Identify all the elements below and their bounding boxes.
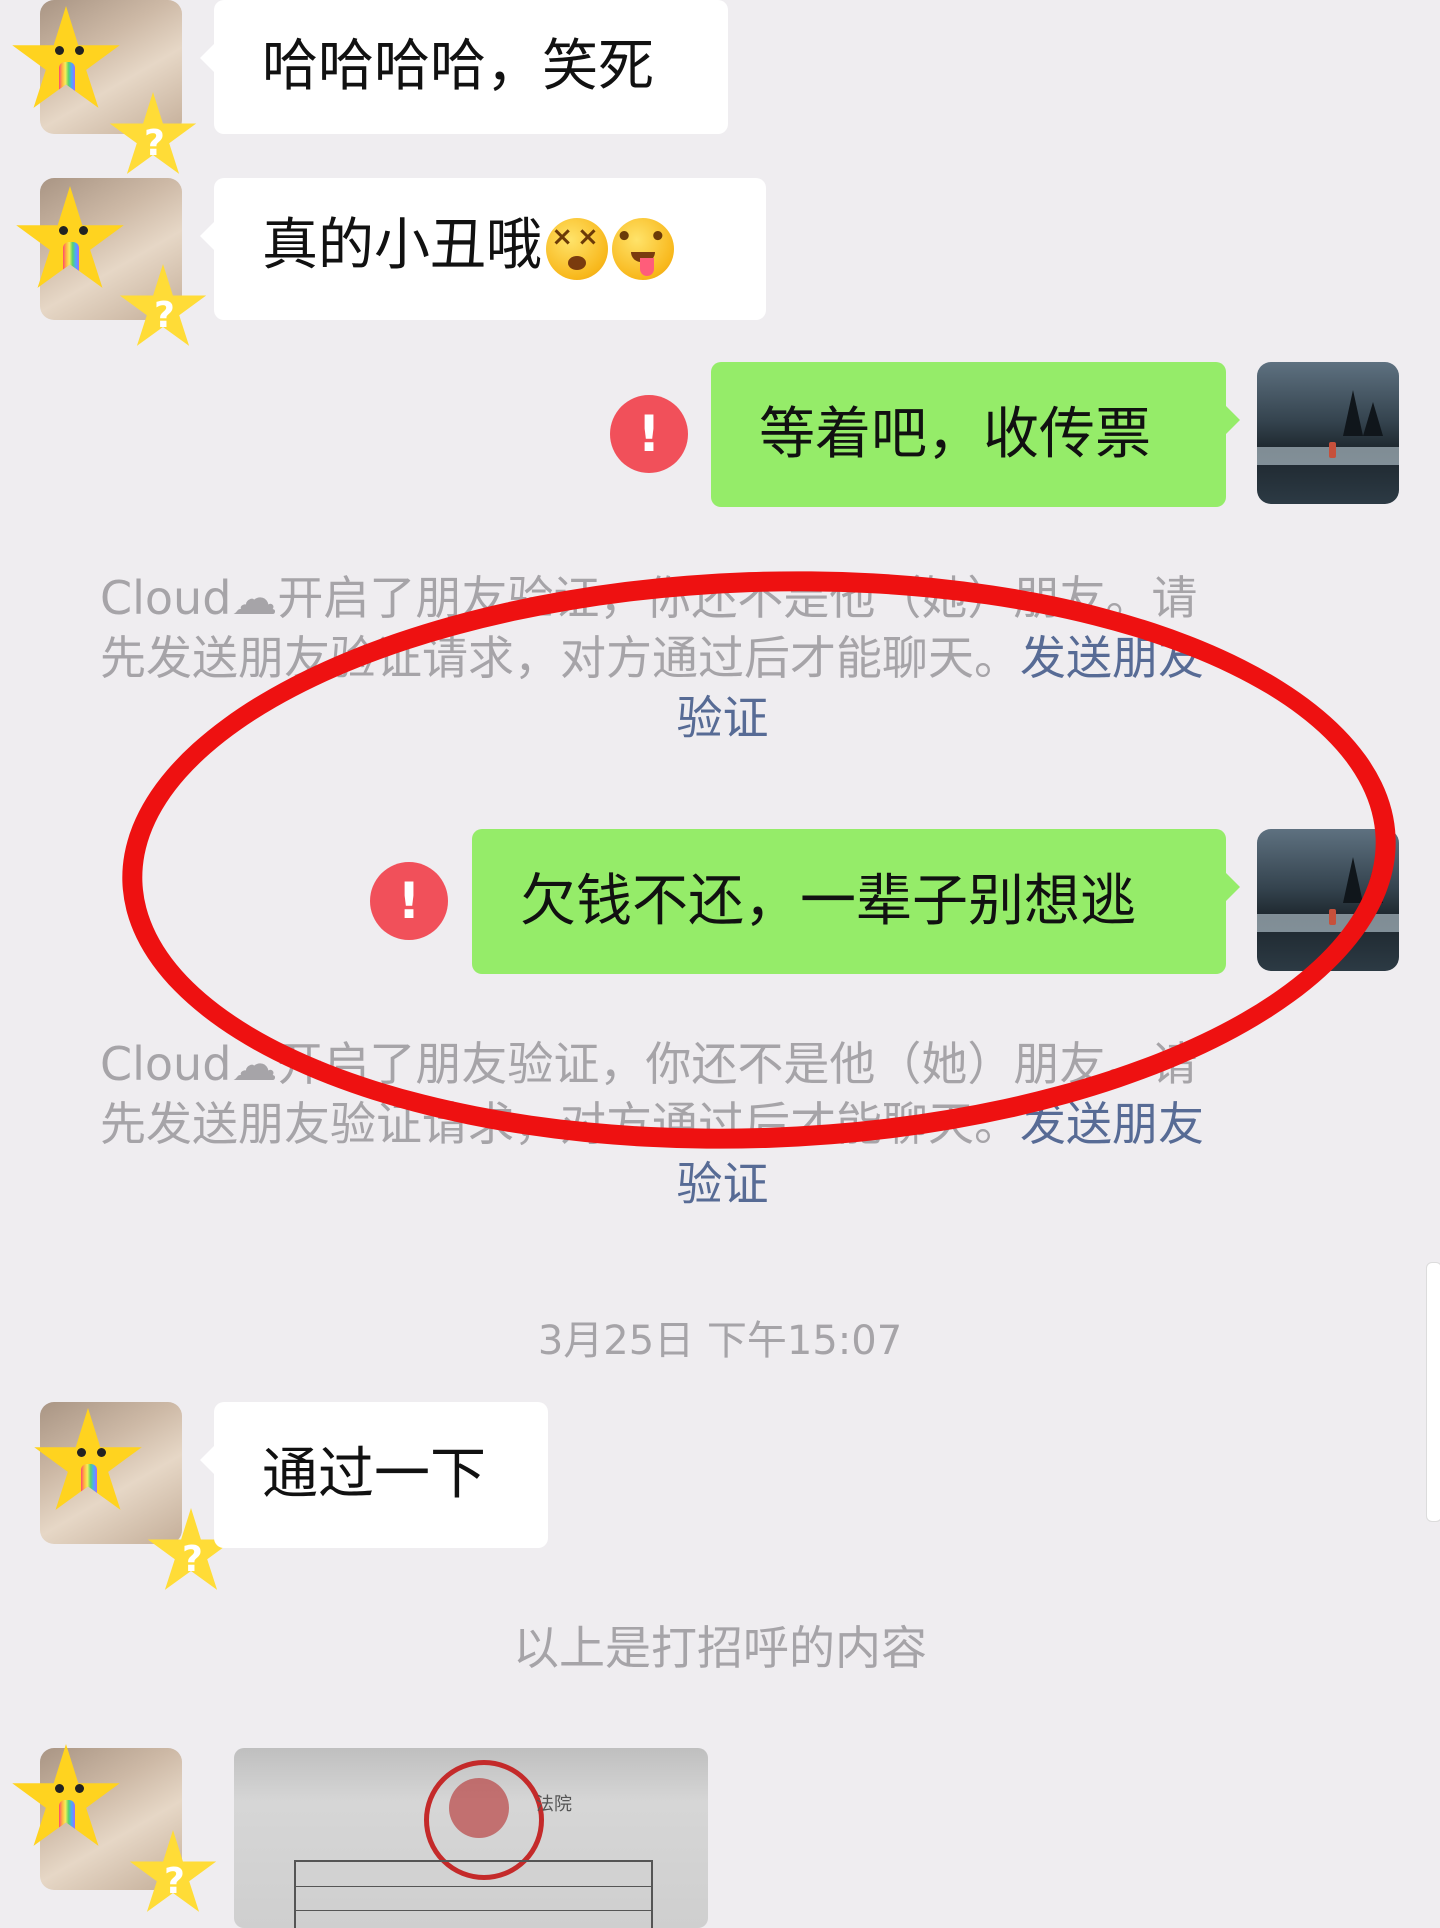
friend-verification-notice: Cloud☁开启了朋友验证，你还不是他（她）朋友。请 先发送朋友验证请求，对方通…: [100, 568, 1345, 748]
notice-line: Cloud☁开启了朋友验证，你还不是他（她）朋友。请: [100, 571, 1198, 625]
blurred-seal-mark: [449, 1778, 509, 1838]
send-verification-link[interactable]: 发送朋友: [1020, 631, 1204, 685]
scrollbar[interactable]: [1426, 1262, 1440, 1522]
my-avatar[interactable]: [1257, 829, 1399, 971]
contact-avatar[interactable]: [40, 1402, 182, 1544]
send-failed-error-icon[interactable]: !: [610, 395, 688, 473]
friend-verification-notice: Cloud☁开启了朋友验证，你还不是他（她）朋友。请 先发送朋友验证请求，对方通…: [100, 1034, 1345, 1214]
send-verification-link[interactable]: 发送朋友: [1020, 1097, 1204, 1151]
outgoing-message-bubble[interactable]: 等着吧，收传票: [711, 362, 1240, 507]
send-verification-link-continued[interactable]: 验证: [100, 688, 1345, 748]
message-text: 欠钱不还，一辈子别想逃: [520, 868, 1136, 934]
notice-line: Cloud☁开启了朋友验证，你还不是他（她）朋友。请: [100, 1037, 1198, 1091]
notice-line: 先发送朋友验证请求，对方通过后才能聊天。: [100, 631, 1020, 685]
dizzy-face-emoji-icon: ××: [546, 218, 608, 280]
message-text: 等着吧，收传票: [759, 401, 1151, 467]
document-court-label: 法院: [536, 1794, 572, 1815]
notice-line: 先发送朋友验证请求，对方通过后才能聊天。: [100, 1097, 1020, 1151]
message-text: 哈哈哈哈，笑死: [262, 34, 654, 99]
message-timestamp: 3月25日 下午15:07: [537, 1318, 903, 1364]
message-content: 真的小丑哦 ×× • •: [262, 218, 674, 280]
greeting-divider-note: 以上是打招呼的内容: [513, 1621, 927, 1675]
message-text: 通过一下: [262, 1442, 486, 1507]
incoming-message-bubble[interactable]: 通过一下: [200, 1402, 548, 1548]
send-failed-error-icon[interactable]: !: [370, 862, 448, 940]
my-avatar[interactable]: [1257, 362, 1399, 504]
outgoing-message-bubble[interactable]: 欠钱不还，一辈子别想逃: [472, 829, 1240, 974]
document-table: [294, 1860, 653, 1928]
incoming-message-bubble[interactable]: 真的小丑哦 ×× • •: [200, 178, 766, 320]
image-message-court-document[interactable]: 法院: [234, 1748, 708, 1928]
send-verification-link-continued[interactable]: 验证: [100, 1154, 1345, 1214]
incoming-message-bubble[interactable]: 哈哈哈哈，笑死: [200, 0, 728, 134]
message-text: 真的小丑哦: [262, 213, 542, 279]
tongue-out-emoji-icon: • •: [612, 218, 674, 280]
